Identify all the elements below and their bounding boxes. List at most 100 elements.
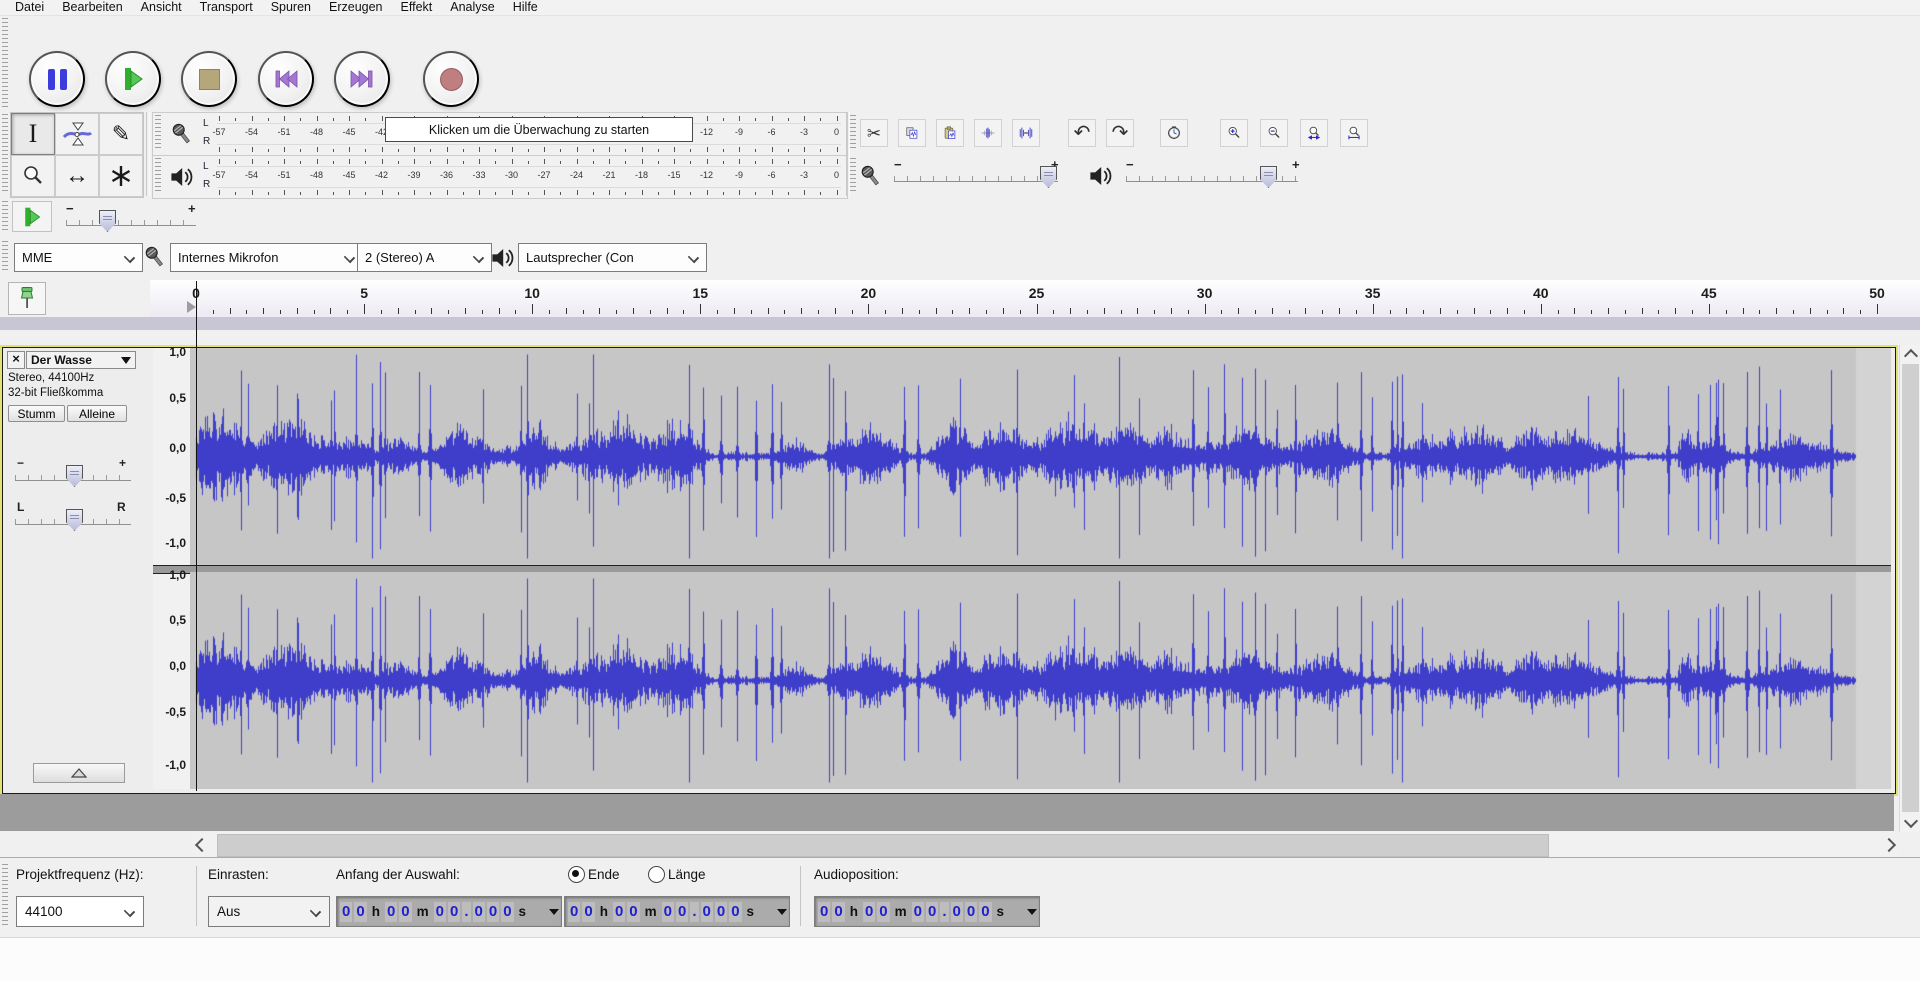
chevron-down-icon — [344, 252, 355, 263]
trim-audio-button[interactable] — [974, 119, 1002, 147]
toolbar-grabber[interactable] — [850, 158, 856, 194]
timeshift-tool-button[interactable]: ↔ — [55, 155, 99, 197]
menu-item-ansicht[interactable]: Ansicht — [132, 0, 191, 15]
toolbar-grabber[interactable] — [850, 115, 856, 151]
mute-button[interactable]: Stumm — [8, 405, 65, 422]
radio-end-label[interactable]: Ende — [588, 867, 620, 882]
recording-channels-select[interactable]: 2 (Stereo) A — [357, 243, 492, 272]
undo-icon: ↶ — [1074, 123, 1091, 143]
horizontal-scroll-thumb[interactable] — [217, 834, 1549, 857]
dropdown-triangle-icon[interactable] — [1027, 909, 1037, 915]
copy-button[interactable] — [898, 119, 926, 147]
menu-item-datei[interactable]: Datei — [6, 0, 53, 15]
collapse-track-button[interactable] — [33, 763, 125, 783]
vertical-scroll-thumb[interactable] — [1902, 364, 1919, 812]
playback-volume-thumb[interactable] — [1260, 166, 1277, 188]
selection-start-field[interactable]: 00h00m00.000s — [336, 896, 562, 927]
dropdown-triangle-icon[interactable] — [777, 909, 787, 915]
radio-length[interactable] — [648, 866, 665, 883]
play-speed-slider[interactable] — [66, 217, 196, 226]
chevron-up-icon — [1903, 349, 1917, 363]
fit-project-button[interactable] — [1340, 119, 1368, 147]
menu-item-hilfe[interactable]: Hilfe — [504, 0, 547, 15]
scroll-down-button[interactable] — [1900, 814, 1920, 832]
recording-volume-slider[interactable] — [894, 173, 1058, 182]
dropdown-triangle-icon[interactable] — [549, 909, 559, 915]
silence-audio-button[interactable] — [1012, 119, 1040, 147]
monitoring-tooltip[interactable]: Klicken um die Überwachung zu starten — [385, 117, 693, 142]
zoom-out-button[interactable] — [1260, 119, 1288, 147]
toolbar-grabber[interactable] — [155, 115, 161, 151]
multi-tool-button[interactable] — [99, 155, 143, 197]
track-name-menu[interactable]: Der Wasse — [26, 351, 136, 369]
project-rate-select[interactable]: 44100 — [16, 896, 144, 927]
redo-button[interactable]: ↷ — [1106, 119, 1134, 147]
vertical-scrollbar[interactable] — [1899, 345, 1920, 832]
snap-to-select[interactable]: Aus — [208, 896, 330, 927]
draw-tool-button[interactable]: ✎ — [99, 113, 143, 155]
stop-button[interactable] — [181, 51, 237, 107]
selection-tool-button[interactable]: I — [11, 113, 55, 155]
menu-item-effekt[interactable]: Effekt — [392, 0, 442, 15]
record-button[interactable] — [423, 51, 479, 107]
toolbar-grabber[interactable] — [155, 158, 161, 194]
skip-to-start-button[interactable] — [258, 51, 314, 107]
cut-button[interactable]: ✂ — [860, 119, 888, 147]
ibeam-icon: I — [29, 121, 38, 147]
radio-length-label[interactable]: Länge — [668, 867, 706, 882]
timeline-ruler[interactable]: 05101520253035404550 — [150, 280, 1920, 318]
menu-item-spuren[interactable]: Spuren — [262, 0, 320, 15]
zoom-in-button[interactable] — [1220, 119, 1248, 147]
track-control-panel: × Der Wasse Stereo, 44100Hz 32-bit Fließ… — [3, 348, 154, 789]
audio-position-label: Audioposition: — [814, 867, 899, 882]
menu-item-transport[interactable]: Transport — [191, 0, 262, 15]
fit-selection-button[interactable] — [1300, 119, 1328, 147]
scroll-right-button[interactable] — [1880, 833, 1898, 856]
selection-end-field[interactable]: 00h00m00.000s — [564, 896, 790, 927]
envelope-tool-button[interactable] — [55, 113, 99, 155]
sync-lock-button[interactable] — [1160, 119, 1188, 147]
solo-button[interactable]: Alleine — [67, 405, 127, 422]
toolbar-grabber[interactable] — [2, 241, 8, 273]
play-button[interactable] — [105, 51, 161, 107]
pause-button[interactable] — [29, 51, 85, 107]
recording-device-select[interactable]: Internes Mikrofon — [170, 243, 363, 272]
stop-icon — [199, 69, 220, 90]
undo-button[interactable]: ↶ — [1068, 119, 1096, 147]
close-track-button[interactable]: × — [7, 351, 25, 369]
waveform-right-channel[interactable] — [190, 572, 1891, 789]
speed-plus: + — [188, 201, 196, 216]
audio-host-select[interactable]: MME — [14, 243, 143, 272]
menu-item-analyse[interactable]: Analyse — [441, 0, 503, 15]
toolbar-grabber[interactable] — [2, 114, 8, 194]
recording-volume-minus: − — [894, 157, 902, 172]
play-at-speed-button[interactable] — [12, 201, 52, 232]
chevron-down-icon — [1903, 814, 1917, 828]
scroll-left-button[interactable] — [193, 833, 211, 856]
paste-button[interactable] — [936, 119, 964, 147]
scroll-up-button[interactable] — [1900, 345, 1920, 363]
play-speed-thumb[interactable] — [99, 210, 116, 232]
menu-item-erzeugen[interactable]: Erzeugen — [320, 0, 392, 15]
toolbar-grabber[interactable] — [2, 18, 8, 108]
speaker-icon — [1088, 164, 1112, 188]
skip-to-end-button[interactable] — [334, 51, 390, 107]
trim-icon — [981, 123, 995, 143]
pinned-playhead-button[interactable] — [8, 282, 46, 315]
pan-slider-thumb[interactable] — [66, 509, 83, 531]
speaker-icon — [169, 165, 193, 189]
audio-position-field[interactable]: 00h00m00.000s — [814, 896, 1040, 927]
recording-volume-thumb[interactable] — [1040, 166, 1057, 188]
waveform-left-channel[interactable] — [190, 348, 1891, 565]
toolbar-grabber[interactable] — [2, 864, 8, 928]
menu-item-bearbeiten[interactable]: Bearbeiten — [53, 0, 131, 15]
zoom-tool-button[interactable] — [11, 155, 55, 197]
horizontal-scrollbar[interactable] — [193, 833, 1898, 856]
playback-meter-toolbar[interactable]: L R -57-54-51-48-45-42-39-36-33-30-27-24… — [152, 155, 848, 199]
playback-device-select[interactable]: Lautsprecher (Con — [518, 243, 707, 272]
gain-slider-thumb[interactable] — [66, 465, 83, 487]
toolbar-grabber[interactable] — [2, 201, 8, 233]
amplitude-label: 0,5 — [153, 391, 186, 405]
playhead-triangle-icon[interactable] — [187, 301, 196, 313]
radio-end[interactable] — [568, 866, 585, 883]
